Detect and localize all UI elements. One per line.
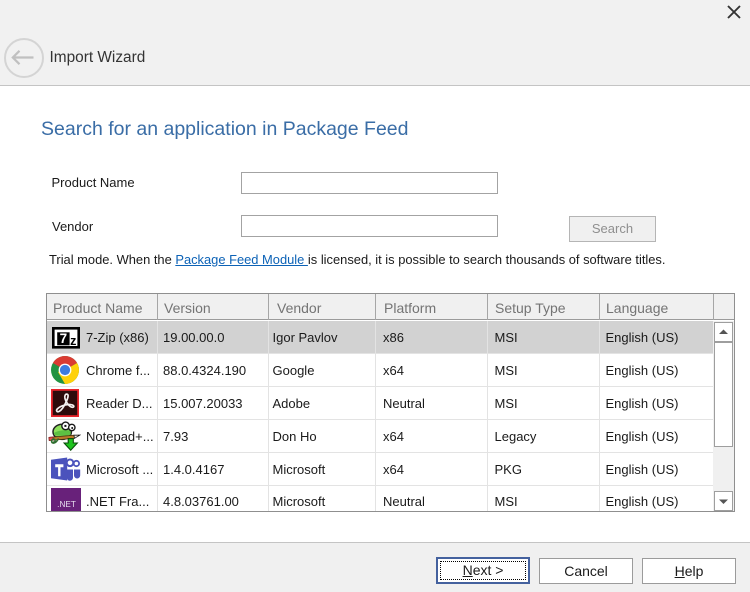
svg-text:7: 7 [60, 331, 68, 346]
svg-text:.NET: .NET [57, 500, 76, 509]
svg-text:z: z [70, 334, 76, 348]
